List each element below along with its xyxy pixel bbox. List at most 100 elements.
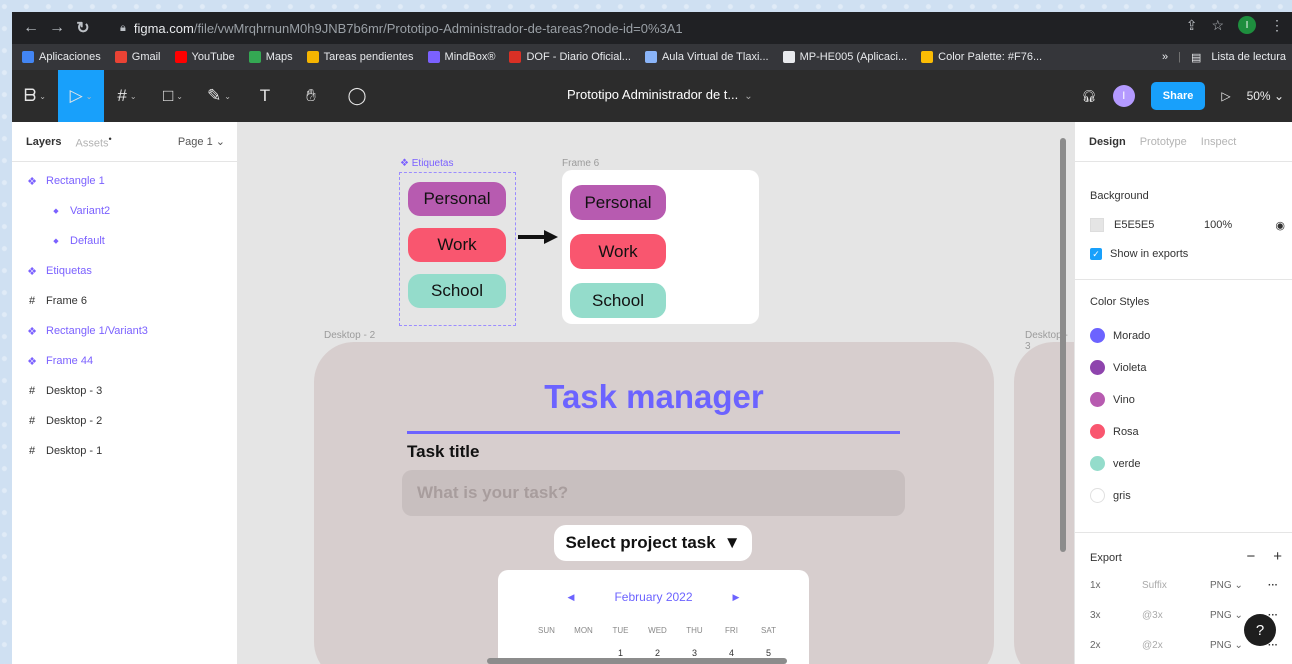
color-style-item[interactable]: Vino bbox=[1090, 392, 1135, 407]
help-button[interactable]: ? bbox=[1244, 614, 1276, 646]
bookmark-item[interactable]: Gmail bbox=[114, 51, 161, 63]
reading-list-label[interactable]: Lista de lectura bbox=[1211, 51, 1286, 63]
comment-tool-icon[interactable]: ◯ bbox=[334, 70, 380, 122]
frame6-tag-work[interactable]: Work bbox=[570, 234, 666, 269]
horizontal-scrollbar[interactable] bbox=[487, 658, 787, 664]
bookmark-item[interactable]: MP-HE005 (Aplicaci... bbox=[782, 51, 907, 63]
move-tool-icon[interactable]: ▷ ⌄ bbox=[58, 70, 104, 122]
prev-month-icon[interactable]: ◀ bbox=[568, 592, 575, 603]
back-icon[interactable]: ← bbox=[18, 15, 44, 41]
layer-item[interactable]: # Desktop - 2 bbox=[12, 406, 237, 436]
export-suffix[interactable]: @3x bbox=[1142, 610, 1210, 621]
color-style-item[interactable]: Violeta bbox=[1090, 360, 1146, 375]
export-row[interactable]: 1x Suffix PNG ⌄ ··· bbox=[1090, 580, 1285, 591]
desktop2-frame[interactable]: Task manager Task title What is your tas… bbox=[314, 342, 994, 664]
tag-work[interactable]: Work bbox=[408, 228, 506, 262]
frame6-tag-school[interactable]: School bbox=[570, 283, 666, 318]
etiquetas-frame-label[interactable]: ❖ Etiquetas bbox=[400, 158, 453, 169]
bookmark-item[interactable]: Maps bbox=[248, 51, 293, 63]
remove-export-icon[interactable]: − bbox=[1246, 548, 1255, 565]
canvas[interactable]: ❖ Etiquetas Frame 6 Personal Work School… bbox=[238, 122, 1074, 664]
kebab-menu-icon[interactable]: ⋮ bbox=[1270, 17, 1284, 34]
background-opacity[interactable]: 100% bbox=[1204, 219, 1275, 231]
present-icon[interactable]: ▷ bbox=[1221, 89, 1230, 103]
color-style-item[interactable]: Rosa bbox=[1090, 424, 1139, 439]
bookmark-item[interactable]: MindBox® bbox=[427, 51, 495, 63]
text-tool-icon[interactable]: T bbox=[242, 70, 288, 122]
frame6-label[interactable]: Frame 6 bbox=[562, 158, 599, 169]
bookmark-item[interactable]: Tareas pendientes bbox=[306, 51, 414, 63]
tab-inspect[interactable]: Inspect bbox=[1201, 136, 1236, 148]
bookmark-item[interactable]: Color Palette: #F76... bbox=[921, 51, 1042, 63]
background-fill-row[interactable]: E5E5E5 100% ◉ bbox=[1090, 218, 1285, 232]
export-format[interactable]: PNG ⌄ bbox=[1210, 580, 1268, 591]
more-options-icon[interactable]: ··· bbox=[1268, 580, 1278, 591]
share-button[interactable]: Share bbox=[1150, 82, 1206, 110]
tab-prototype[interactable]: Prototype bbox=[1140, 136, 1187, 148]
bookmark-star-icon[interactable]: ☆ bbox=[1211, 17, 1224, 34]
pen-tool-icon[interactable]: ✎ ⌄ bbox=[196, 70, 242, 122]
profile-avatar[interactable]: I bbox=[1238, 16, 1256, 34]
layer-item[interactable]: ❖ Etiquetas bbox=[12, 256, 237, 286]
eye-icon[interactable]: ◉ bbox=[1275, 219, 1285, 232]
export-scale[interactable]: 2x bbox=[1090, 640, 1142, 651]
task-title-input[interactable]: What is your task? bbox=[402, 470, 905, 516]
layer-item[interactable]: ❖ Rectangle 1 bbox=[12, 166, 237, 196]
frame-tool-icon[interactable]: # ⌄ bbox=[104, 70, 150, 122]
export-suffix[interactable]: @2x bbox=[1142, 640, 1210, 651]
show-in-exports-checkbox[interactable]: ✓ Show in exports bbox=[1090, 248, 1188, 260]
color-style-item[interactable]: Morado bbox=[1090, 328, 1150, 343]
zoom-level[interactable]: 50% ⌄ bbox=[1247, 89, 1284, 103]
tag-personal[interactable]: Personal bbox=[408, 182, 506, 216]
calendar-day[interactable]: 4 bbox=[713, 648, 750, 658]
tab-design[interactable]: Design bbox=[1089, 136, 1126, 148]
headphones-icon[interactable]: 🎧︎ bbox=[1082, 89, 1097, 103]
more-bookmarks-icon[interactable]: » bbox=[1162, 51, 1168, 63]
color-style-item[interactable]: gris bbox=[1090, 488, 1131, 503]
layer-item[interactable]: ◆ Variant2 bbox=[12, 196, 237, 226]
calendar-day[interactable]: 1 bbox=[602, 648, 639, 658]
file-title[interactable]: Prototipo Administrador de t... ⌄ bbox=[567, 87, 753, 102]
bookmark-item[interactable]: Aplicaciones bbox=[22, 51, 101, 63]
layer-item[interactable]: ❖ Frame 44 bbox=[12, 346, 237, 376]
color-style-item[interactable]: verde bbox=[1090, 456, 1141, 471]
next-month-icon[interactable]: ▶ bbox=[733, 592, 740, 603]
calendar[interactable]: ◀ February 2022 ▶ SUN MON TUE WED THU FRI SAT … bbox=[498, 570, 809, 664]
hand-tool-icon[interactable]: ✋︎ bbox=[288, 70, 334, 122]
reading-list-icon[interactable]: ▤ bbox=[1191, 51, 1201, 64]
user-avatar[interactable]: I bbox=[1112, 85, 1135, 107]
background-hex[interactable]: E5E5E5 bbox=[1114, 219, 1204, 231]
project-select-dropdown[interactable]: Select project task ▼ bbox=[554, 525, 752, 561]
tab-assets[interactable]: Assets• bbox=[75, 134, 111, 150]
page-selector[interactable]: Page 1 ⌄ bbox=[178, 135, 225, 148]
bookmark-item[interactable]: YouTube bbox=[174, 51, 235, 63]
address-bar[interactable]: 🔒︎ figma.com /file/vwMrqhrnunM0h9JNB7b6m… bbox=[120, 16, 1174, 40]
frame6-tag-personal[interactable]: Personal bbox=[570, 185, 666, 220]
shape-tool-icon[interactable]: □ ⌄ bbox=[150, 70, 196, 122]
export-suffix[interactable]: Suffix bbox=[1142, 580, 1210, 591]
layer-item[interactable]: ◆ Default bbox=[12, 226, 237, 256]
calendar-day[interactable]: 5 bbox=[750, 648, 787, 658]
export-scale[interactable]: 1x bbox=[1090, 580, 1142, 591]
layer-item[interactable]: # Desktop - 3 bbox=[12, 376, 237, 406]
background-swatch[interactable] bbox=[1090, 218, 1104, 232]
export-scale[interactable]: 3x bbox=[1090, 610, 1142, 621]
bookmark-item[interactable]: Aula Virtual de Tlaxi... bbox=[644, 51, 769, 63]
layer-item[interactable]: # Frame 6 bbox=[12, 286, 237, 316]
calendar-day[interactable]: 3 bbox=[676, 648, 713, 658]
figma-menu-icon[interactable]: ᗷ ⌄ bbox=[12, 70, 58, 122]
layer-item[interactable]: ❖ Rectangle 1/Variant3 bbox=[12, 316, 237, 346]
vertical-scrollbar[interactable] bbox=[1060, 138, 1066, 552]
reload-icon[interactable]: ↻ bbox=[70, 15, 96, 41]
bookmark-item[interactable]: DOF - Diario Oficial... bbox=[509, 51, 631, 63]
calendar-day[interactable]: 2 bbox=[639, 648, 676, 658]
desktop2-label[interactable]: Desktop - 2 bbox=[324, 330, 375, 341]
frame6[interactable]: Personal Work School bbox=[562, 170, 759, 324]
forward-icon[interactable]: → bbox=[44, 15, 70, 41]
tab-layers[interactable]: Layers bbox=[26, 136, 61, 148]
share-page-icon[interactable]: ⇪ bbox=[1186, 17, 1198, 34]
add-export-icon[interactable]: + bbox=[1273, 548, 1282, 565]
etiquetas-component-set[interactable]: Personal Work School bbox=[399, 172, 516, 326]
layer-item[interactable]: # Desktop - 1 bbox=[12, 436, 237, 466]
tag-school[interactable]: School bbox=[408, 274, 506, 308]
